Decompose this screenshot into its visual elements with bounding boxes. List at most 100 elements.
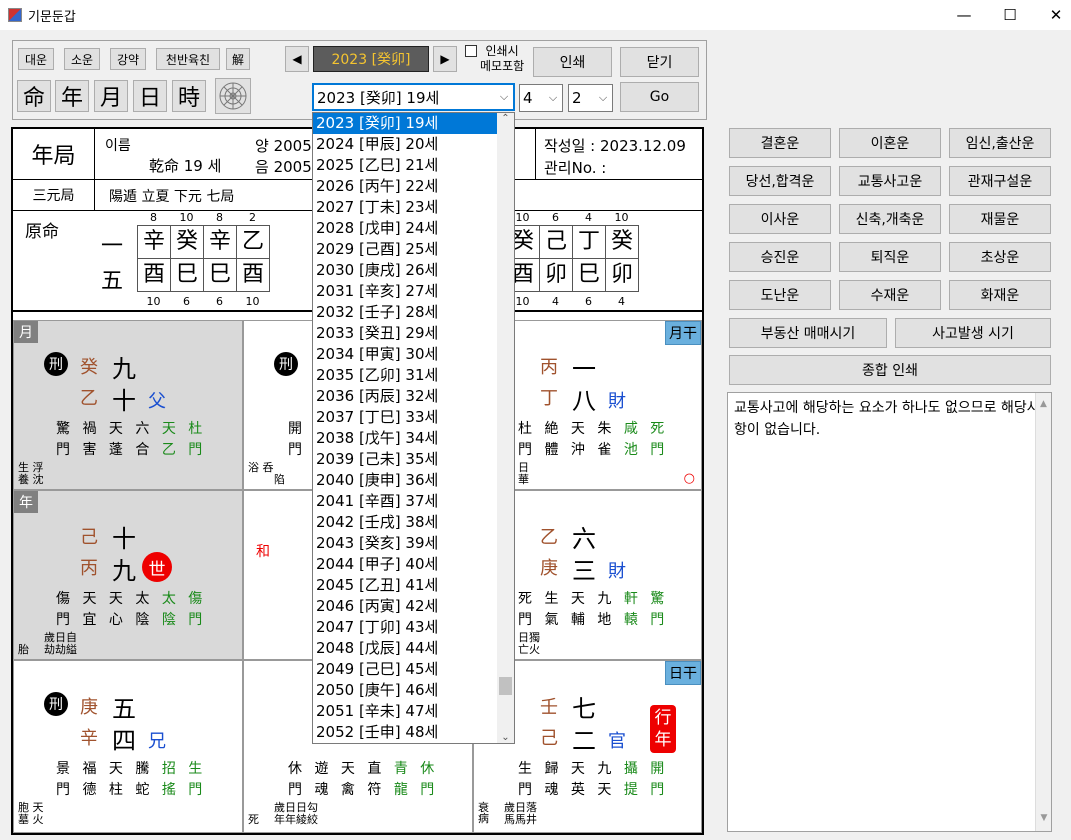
fortune-button[interactable]: 이사운 <box>729 204 831 234</box>
dropdown-item[interactable]: 2048 [戊辰] 44세 <box>313 638 514 659</box>
dropdown-scrollbar[interactable]: ⌃ ⌄ <box>497 113 514 743</box>
age-dropdown-list[interactable]: 2023 [癸卯] 19세 2024 [甲辰] 20세 2025 [乙巳] 21세 2… <box>312 112 515 744</box>
dropdown-item[interactable]: 2050 [庚午] 46세 <box>313 680 514 701</box>
fortune-button[interactable]: 신축,개축운 <box>839 204 941 234</box>
ri-button[interactable]: 日 <box>133 80 167 112</box>
dropdown-item[interactable]: 2038 [戊午] 34세 <box>313 428 514 449</box>
palace-4: 年 己 丙 十 九 世 傷 天 天 太 太 傷 門 宜 心 陰 陰 門 胎 歲日… <box>13 490 243 660</box>
num-top: 九 <box>112 355 136 383</box>
fortune-button[interactable]: 결혼운 <box>729 128 831 158</box>
dropdown-item[interactable]: 2049 [己巳] 45세 <box>313 659 514 680</box>
dropdown-item[interactable]: 2047 [丁卯] 43세 <box>313 617 514 638</box>
fortune-button[interactable]: 교통사고운 <box>839 166 941 196</box>
stem-top: 丙 <box>540 357 558 378</box>
fortune-button[interactable]: 관재구설운 <box>949 166 1051 196</box>
xing-badge: 刑 <box>44 352 68 376</box>
accident-timing-button[interactable]: 사고발생 시기 <box>895 318 1051 348</box>
nian-button[interactable]: 年 <box>55 80 89 112</box>
dropdown-item[interactable]: 2026 [丙午] 22세 <box>313 176 514 197</box>
yue-button[interactable]: 月 <box>94 80 128 112</box>
print-all-button[interactable]: 종합 인쇄 <box>729 355 1051 385</box>
gangyak-button[interactable]: 강약 <box>110 48 146 70</box>
print-button[interactable]: 인쇄 <box>533 47 612 77</box>
dropdown-item[interactable]: 2044 [甲子] 40세 <box>313 554 514 575</box>
fortune-button[interactable]: 도난운 <box>729 280 831 310</box>
dropdown-item[interactable]: 2042 [壬戌] 38세 <box>313 512 514 533</box>
prev-year-button[interactable]: ◀ <box>285 46 309 72</box>
dropdown-item[interactable]: 2034 [甲寅] 30세 <box>313 344 514 365</box>
dropdown-item[interactable]: 2033 [癸丑] 29세 <box>313 323 514 344</box>
right-branches: 酉卯巳卯 <box>506 258 639 292</box>
compass-button[interactable] <box>215 78 251 114</box>
fortune-button[interactable]: 승진운 <box>729 242 831 272</box>
dropdown-item[interactable]: 2032 [壬子] 28세 <box>313 302 514 323</box>
close-window-button[interactable]: ✕ <box>1033 0 1071 30</box>
app-icon <box>8 8 22 22</box>
age-select[interactable]: 2023 [癸卯] 19세 ⌵ <box>312 83 515 111</box>
dropdown-item[interactable]: 2046 [丙寅] 42세 <box>313 596 514 617</box>
scroll-up-icon: ⌃ <box>501 113 510 124</box>
shi-button[interactable]: 時 <box>172 80 206 112</box>
dropdown-item[interactable]: 2039 [己未] 35세 <box>313 449 514 470</box>
dropdown-item[interactable]: 2030 [庚戌] 26세 <box>313 260 514 281</box>
star-row-2: 門 體 沖 雀 池 門 <box>518 442 669 458</box>
fortune-button[interactable]: 화재운 <box>949 280 1051 310</box>
dropdown-item[interactable]: 2040 [庚申] 36세 <box>313 470 514 491</box>
fortune-button[interactable]: 재물운 <box>949 204 1051 234</box>
bottom-row-2: 養 沈 <box>18 473 44 486</box>
go-button[interactable]: Go <box>620 82 699 112</box>
fortune-button[interactable]: 수재운 <box>839 280 941 310</box>
fortune-button[interactable]: 초상운 <box>949 242 1051 272</box>
ganzhi-number: 10 <box>614 211 629 224</box>
dropdown-item[interactable]: 2028 [戊申] 24세 <box>313 218 514 239</box>
daeun-button[interactable]: 대운 <box>18 48 54 70</box>
select-2[interactable]: 4 ⌵ <box>519 84 563 112</box>
real-estate-button[interactable]: 부동산 매매시기 <box>729 318 887 348</box>
dropdown-item[interactable]: 2027 [丁未] 23세 <box>313 197 514 218</box>
soun-button[interactable]: 소운 <box>64 48 100 70</box>
ming-button[interactable]: 命 <box>17 80 51 112</box>
num-top: 六 <box>572 525 596 553</box>
memo-textarea[interactable]: 교통사고에 해당하는 요소가 하나도 없으므로 해당사항이 없습니다. ▲ ▼ <box>727 392 1052 832</box>
fortune-button[interactable]: 이혼운 <box>839 128 941 158</box>
chevron-down-icon: ⌵ <box>499 90 509 103</box>
dropdown-item[interactable]: 2043 [癸亥] 39세 <box>313 533 514 554</box>
memo-scrollbar[interactable]: ▲ ▼ <box>1035 393 1051 831</box>
dropdown-item[interactable]: 2029 [己酉] 25세 <box>313 239 514 260</box>
age-select-value: 2023 [癸卯] 19세 <box>317 88 440 107</box>
num-top: 一 <box>572 355 596 383</box>
dropdown-item[interactable]: 2037 [丁巳] 33세 <box>313 407 514 428</box>
close-button[interactable]: 닫기 <box>620 47 699 77</box>
stem-bottom: 丙 <box>80 558 98 579</box>
dropdown-item[interactable]: 2024 [甲辰] 20세 <box>313 134 514 155</box>
branch-cell: 酉 <box>137 258 171 292</box>
cheonban-button[interactable]: 천반육친 <box>156 48 220 70</box>
select-3[interactable]: 2 ⌵ <box>568 84 613 112</box>
fortune-button[interactable]: 임신,출산운 <box>949 128 1051 158</box>
bottom-row-2: 劫劫縊 <box>44 643 77 656</box>
right-bottom-numbers: 10 4 6 4 <box>506 295 646 308</box>
palace-1: 月 刑 癸 乙 九 十 父 驚 禍 天 六 天 杜 門 害 蓬 合 乙 門 生 … <box>13 320 243 490</box>
dropdown-item[interactable]: 2041 [辛酉] 37세 <box>313 491 514 512</box>
fortune-button[interactable]: 퇴직운 <box>839 242 941 272</box>
ganzhi-number: 10 <box>146 295 161 308</box>
dropdown-item[interactable]: 2035 [乙卯] 31세 <box>313 365 514 386</box>
dropdown-item[interactable]: 2045 [乙丑] 41세 <box>313 575 514 596</box>
dropdown-item[interactable]: 2036 [丙辰] 32세 <box>313 386 514 407</box>
palace-7: 刑 庚 辛 五 四 兄 景 福 天 騰 招 生 門 德 柱 蛇 搖 門 胞 天 … <box>13 660 243 833</box>
chevron-down-icon: ⌵ <box>548 91 558 104</box>
hae-button[interactable]: 解 <box>226 48 250 70</box>
next-year-button[interactable]: ▶ <box>433 46 457 72</box>
fortune-button[interactable]: 당선,합격운 <box>729 166 831 196</box>
dropdown-item[interactable]: 2051 [辛未] 47세 <box>313 701 514 722</box>
scroll-thumb[interactable] <box>499 677 512 695</box>
star-row-2: 門 宜 心 陰 陰 門 <box>56 612 207 628</box>
dropdown-item[interactable]: 2025 [乙巳] 21세 <box>313 155 514 176</box>
dropdown-item[interactable]: 2023 [癸卯] 19세 <box>313 113 514 134</box>
ganzhi-number: 10 <box>245 295 260 308</box>
maximize-button[interactable]: ☐ <box>987 0 1033 30</box>
palace-tag: 年 <box>14 491 38 513</box>
dropdown-item[interactable]: 2031 [辛亥] 27세 <box>313 281 514 302</box>
dropdown-item[interactable]: 2052 [壬申] 48세 <box>313 722 514 743</box>
minimize-button[interactable]: — <box>941 0 987 30</box>
